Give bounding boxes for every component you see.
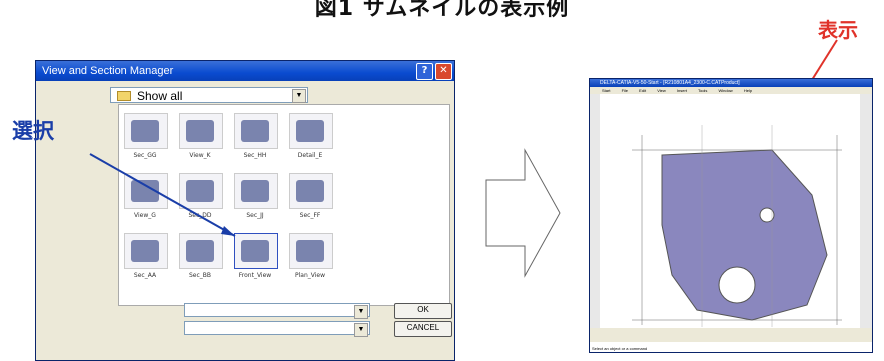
bore-hole	[718, 266, 756, 304]
select-annotation: 選択	[12, 119, 54, 143]
menu-item[interactable]: Edit	[639, 88, 646, 93]
menu-item[interactable]: Help	[744, 88, 752, 93]
view-name-combo[interactable]: ▼	[184, 303, 370, 319]
thumbnail-label: Detail_E	[297, 152, 323, 159]
thumbnail-view[interactable]	[289, 113, 333, 149]
thumbnail-label: Sec_FF	[299, 212, 321, 219]
thumbnail-label: Sec_DD	[188, 212, 212, 219]
thumbnail-view[interactable]	[234, 113, 278, 149]
thumbnail-label: Sec_AA	[133, 272, 157, 279]
thumbnail-label: Plan_View	[294, 272, 325, 279]
view-thumbnail-grid: Sec_GG View_K Sec_HH Detail_E View_G Sec…	[118, 104, 450, 306]
view-section-manager-dialog: View and Section Manager ? ✕ Show all ▼ …	[35, 60, 455, 361]
chevron-down-icon[interactable]: ▼	[354, 305, 368, 319]
chevron-down-icon[interactable]: ▼	[354, 323, 368, 337]
menu-item[interactable]: View	[657, 88, 666, 93]
figure-title: 図1 サムネイルの表示例	[314, 0, 570, 21]
display-annotation: 表示	[818, 18, 858, 42]
thumbnail-label: View_G	[134, 212, 156, 219]
filter-value: Show all	[137, 89, 183, 103]
menu-item[interactable]: Window	[718, 88, 732, 93]
thumbnail-label: Front_View	[238, 272, 272, 279]
left-toolbar	[590, 94, 600, 334]
ok-button[interactable]: OK	[394, 303, 452, 319]
help-button[interactable]: ?	[416, 62, 433, 80]
section-drawing	[602, 95, 860, 327]
thumbnail-view[interactable]	[289, 173, 333, 209]
thumbnail-view[interactable]	[124, 233, 168, 269]
catia-window: DELTA-CATIA-V5-50-Start - [R210801A4_230…	[589, 78, 873, 353]
close-button[interactable]: ✕	[435, 62, 452, 80]
filter-combo[interactable]: Show all ▼	[110, 87, 308, 103]
transition-arrow	[485, 148, 561, 278]
dialog-title: View and Section Manager	[42, 65, 174, 77]
app-titlebar: DELTA-CATIA-V5-50-Start - [R210801A4_230…	[590, 79, 872, 87]
thumbnail-label: Sec_JJ	[246, 212, 264, 219]
section-name-combo[interactable]: ▼	[184, 321, 370, 337]
thumbnail-view[interactable]	[179, 173, 223, 209]
chevron-down-icon[interactable]: ▼	[292, 89, 306, 103]
thumbnail-label: View_K	[189, 152, 211, 159]
thumbnail-label: Sec_HH	[243, 152, 267, 159]
app-menubar: Start File Edit View Insert Tools Window…	[590, 87, 872, 94]
thumbnail-label: Sec_GG	[133, 152, 157, 159]
menu-item[interactable]: Insert	[677, 88, 687, 93]
thumbnail-view[interactable]	[124, 113, 168, 149]
thumbnail-view[interactable]	[234, 173, 278, 209]
thumbnail-view[interactable]	[179, 233, 223, 269]
menu-item[interactable]: Start	[602, 88, 610, 93]
thumbnail-view[interactable]	[289, 233, 333, 269]
folder-icon	[117, 91, 131, 101]
thumbnail-view[interactable]	[179, 113, 223, 149]
thumbnail-label: Sec_BB	[188, 272, 212, 279]
cancel-button[interactable]: CANCEL	[394, 321, 452, 337]
right-toolbar	[860, 94, 872, 334]
thumbnail-view-selected[interactable]	[234, 233, 278, 269]
status-bar: Select an object or a command	[592, 346, 648, 351]
menu-item[interactable]: Tools	[698, 88, 707, 93]
thumbnail-view[interactable]	[124, 173, 168, 209]
bottom-toolbar	[590, 328, 872, 342]
menu-item[interactable]: File	[622, 88, 628, 93]
dialog-titlebar: View and Section Manager ? ✕	[36, 61, 454, 81]
